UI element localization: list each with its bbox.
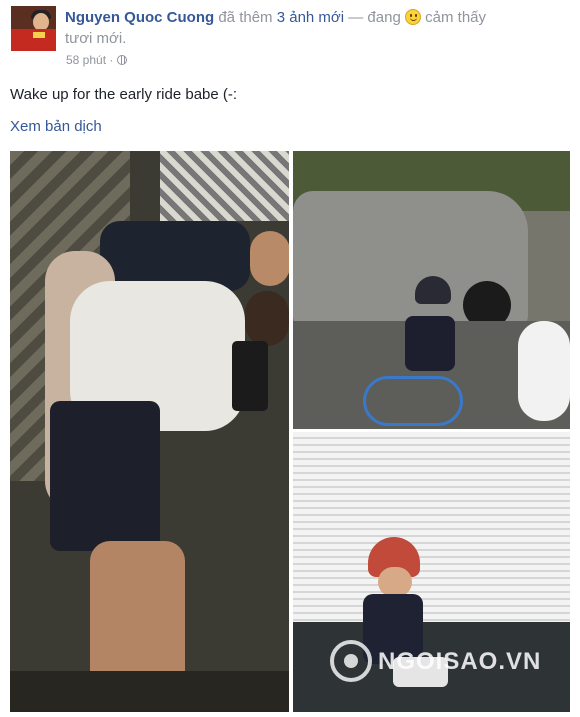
timestamp-link[interactable]: 58 phút xyxy=(66,53,106,67)
phone xyxy=(232,341,268,411)
globe-icon[interactable] xyxy=(116,55,127,65)
ngoisao-watermark: NGOISAO.VN xyxy=(330,640,550,690)
watermark-text: NGOISAO.VN xyxy=(378,648,542,675)
feeling-text-start: cảm thấy xyxy=(425,9,487,26)
author-name[interactable]: Nguyen Quoc Cuong xyxy=(65,9,214,26)
man-legs xyxy=(90,541,185,691)
man-shorts xyxy=(50,401,160,551)
action-suffix: — đang xyxy=(348,9,401,26)
bicycle xyxy=(363,376,463,426)
boy-face xyxy=(378,567,412,597)
elevator-selfie-photo[interactable] xyxy=(10,151,289,712)
status-text: Wake up for the early ride babe (-: xyxy=(10,86,238,103)
translate-link[interactable]: Xem bản dịch xyxy=(10,118,102,135)
photo-count-link[interactable]: 3 ảnh mới xyxy=(277,9,344,26)
elevator-ceiling xyxy=(160,151,289,221)
post-meta: 58 phút · xyxy=(66,53,127,67)
shutter-door xyxy=(293,432,570,622)
boy-helmet xyxy=(415,276,451,304)
action-text: đã thêm xyxy=(218,9,273,26)
man-head xyxy=(245,291,289,346)
avatar-collar xyxy=(33,32,45,38)
author-avatar[interactable] xyxy=(11,6,56,51)
boy-bicycle-street-photo[interactable] xyxy=(293,151,570,429)
floor xyxy=(10,671,289,712)
post-header: Nguyen Quoc Cuong đã thêm 3 ảnh mới — đa… xyxy=(65,7,565,49)
smile-emoji-icon xyxy=(404,9,421,25)
boy-shirt xyxy=(405,316,455,371)
watermark-logo-icon xyxy=(330,640,372,682)
child-head xyxy=(250,231,289,286)
adult-arm xyxy=(518,321,570,421)
meta-separator: · xyxy=(109,53,114,67)
feeling-text-end: tươi mới. xyxy=(65,30,127,47)
